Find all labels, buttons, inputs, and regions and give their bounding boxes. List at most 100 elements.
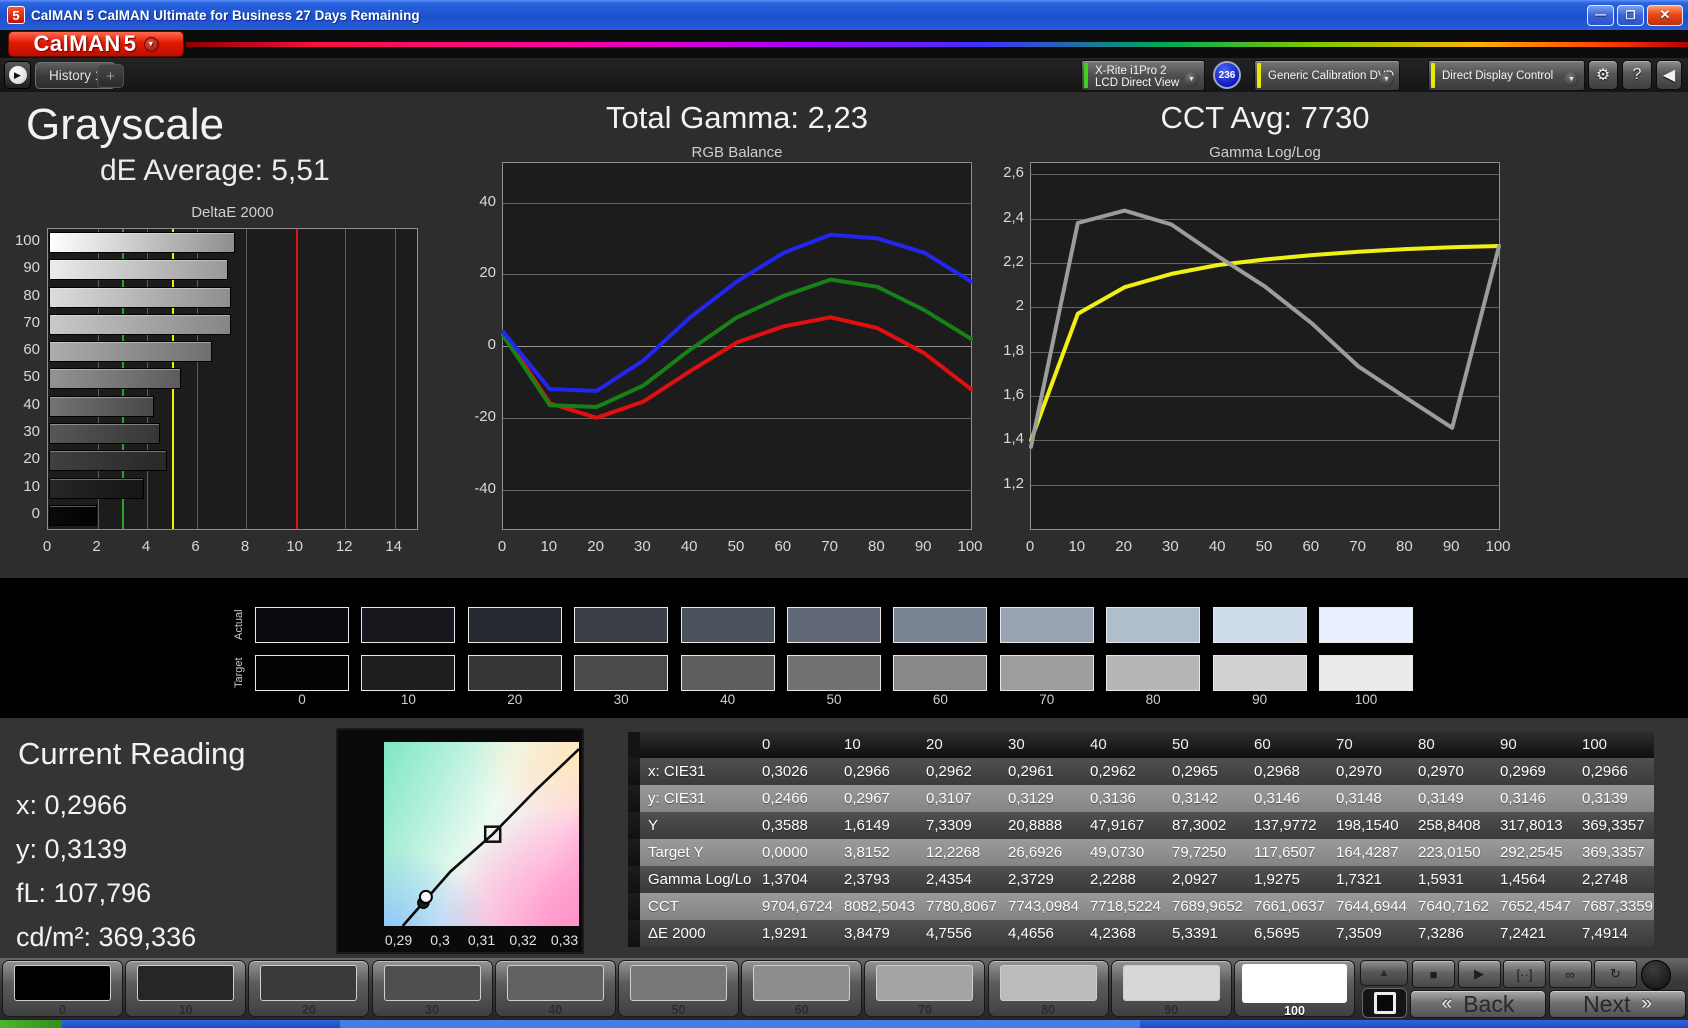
- table-cell: 47,9167: [1080, 812, 1162, 839]
- meter-reading-badge[interactable]: 236: [1213, 61, 1241, 89]
- table-gutter: [628, 920, 640, 947]
- row-label: y: CIE31: [640, 785, 752, 812]
- status-circle-button[interactable]: [1641, 960, 1671, 990]
- de-average-readout: dE Average: 5,51: [100, 154, 330, 187]
- pattern-level-button-30[interactable]: 30: [371, 960, 493, 1017]
- collapse-panel-button[interactable]: ◀: [1656, 60, 1682, 90]
- gamma-chart-title: Gamma Log/Log: [1209, 144, 1321, 161]
- cie-xtick: 0,31: [467, 932, 496, 948]
- help-button[interactable]: ?: [1622, 60, 1652, 90]
- add-tab-button[interactable]: +: [97, 64, 124, 88]
- pattern-window-button[interactable]: [··]: [1503, 960, 1546, 988]
- table-cell: 4,2368: [1080, 920, 1162, 947]
- pattern-level-button-70[interactable]: 70: [864, 960, 986, 1017]
- window-title: CalMAN 5 CalMAN Ultimate for Business 27…: [31, 7, 420, 23]
- table-cell: 7718,5224: [1080, 893, 1162, 920]
- close-button[interactable]: ✕: [1647, 4, 1683, 26]
- red-line: [501, 315, 973, 420]
- gamma_loglog-xtick-30: 30: [1162, 538, 1179, 555]
- table-cell: 0,3588: [752, 812, 834, 839]
- deltae-bar-0: [49, 504, 97, 526]
- table-cell: 2,3793: [834, 866, 916, 893]
- table-gutter: [628, 839, 640, 866]
- stop-icon: ■: [1429, 966, 1438, 982]
- pattern-level-button-10[interactable]: 10: [125, 960, 247, 1017]
- source-dropdown[interactable]: Generic Calibration DVD ▼: [1254, 60, 1400, 91]
- gamma_loglog-xtick-100: 100: [1485, 538, 1511, 555]
- pattern-level-button-0[interactable]: 0: [2, 960, 123, 1017]
- table-cell: 258,8408: [1408, 812, 1490, 839]
- page-title: Grayscale: [26, 100, 225, 149]
- next-button[interactable]: Next »: [1549, 990, 1686, 1018]
- table-cell: 4,7556: [916, 920, 998, 947]
- pattern-window-toggle[interactable]: [1362, 988, 1407, 1018]
- tab-scroll-button[interactable]: ▶: [4, 61, 31, 89]
- actual-swatch-100: [1319, 607, 1413, 643]
- refresh-button[interactable]: ↻: [1594, 960, 1637, 988]
- pattern-panel-up-button[interactable]: ▲: [1360, 960, 1408, 986]
- deltae-x-axis: 0 2 4 6 8 10 12 14: [43, 538, 418, 558]
- pattern-level-button-90[interactable]: 90: [1110, 960, 1232, 1017]
- pattern-level-button-60[interactable]: 60: [741, 960, 863, 1017]
- table-cell: 87,3002: [1162, 812, 1244, 839]
- pattern-level-button-50[interactable]: 50: [618, 960, 739, 1017]
- pattern-level-button-100[interactable]: 100: [1234, 960, 1355, 1018]
- table-cell: 1,3704: [752, 866, 834, 893]
- calman-logo-menu[interactable]: CalMAN 5 ▼: [8, 31, 184, 57]
- rgb-balance-chart: [501, 162, 973, 530]
- pattern-label-90: 90: [1164, 1003, 1179, 1017]
- pattern-label-50: 50: [671, 1003, 686, 1017]
- table-cell: 7780,8067: [916, 893, 998, 920]
- pattern-level-button-80[interactable]: 80: [987, 960, 1109, 1017]
- deltae-bar-70: [49, 313, 231, 335]
- table-cell: 0,2968: [1244, 758, 1326, 785]
- table-cell: 7,4914: [1572, 920, 1654, 947]
- pattern-label-10: 10: [178, 1003, 193, 1017]
- display-control-label: Direct Display Control: [1442, 70, 1554, 82]
- display-status-indicator: [1431, 63, 1435, 88]
- pattern-patch-70: [876, 965, 974, 1001]
- play-icon: ▶: [1474, 966, 1484, 981]
- table-cell: 164,4287: [1326, 839, 1408, 866]
- pattern-level-button-20[interactable]: 20: [248, 960, 370, 1017]
- deltae-gridline: [394, 229, 396, 529]
- deltae-ytick-100: 100: [14, 232, 40, 249]
- table-cell: 7661,0637: [1244, 893, 1326, 920]
- rgb_balance-xtick-30: 30: [634, 538, 651, 555]
- restore-button[interactable]: ❐: [1617, 4, 1644, 26]
- cie-xtick: 0,3: [430, 932, 450, 948]
- deltae-xtick-0: 0: [42, 538, 52, 555]
- pattern-level-button-40[interactable]: 40: [494, 960, 616, 1017]
- table-cell: 0,2970: [1326, 758, 1408, 785]
- table-cell: 1,4564: [1490, 866, 1572, 893]
- display-control-dropdown[interactable]: Direct Display Control ▼: [1428, 60, 1585, 91]
- table-cell: 0,3146: [1244, 785, 1326, 812]
- deltae-bar-10: [49, 477, 145, 499]
- play-button[interactable]: ▶: [1457, 960, 1501, 988]
- gamma_loglog-ytick: 2: [1015, 297, 1024, 315]
- stop-button[interactable]: ■: [1412, 960, 1455, 988]
- deltae-bar-80: [49, 286, 231, 308]
- minimize-button[interactable]: —: [1587, 4, 1614, 26]
- rgb_balance-xtick-60: 60: [774, 538, 792, 555]
- row-label: Gamma Log/Log: [640, 866, 760, 893]
- rgb-balance-chart-title: RGB Balance: [691, 144, 783, 161]
- window-pattern-icon: [1373, 992, 1396, 1014]
- continuous-button[interactable]: ∞: [1548, 960, 1592, 988]
- actual-swatch-20: [467, 607, 562, 643]
- target-row-label: Target: [233, 657, 245, 689]
- rgb_balance-xtick-0: 0: [497, 538, 507, 555]
- deltae-ytick-30: 30: [23, 422, 40, 440]
- back-button[interactable]: « Back: [1410, 990, 1546, 1018]
- start-button-fragment[interactable]: [0, 1020, 62, 1028]
- meter-dropdown[interactable]: X-Rite i1Pro 2 LCD Direct View ▼: [1081, 60, 1205, 91]
- readings-section: Current Reading x: 0,2966 y: 0,3139 fL: …: [0, 718, 1688, 958]
- gamma-y-axis: 2,6 2,4 2,2 2 1,8 1,6 1,4 1,2: [978, 162, 1024, 530]
- table-cell: 117,6507: [1244, 839, 1326, 866]
- taskbar-window-button[interactable]: [340, 1020, 1140, 1028]
- deltae-gridline: [246, 229, 248, 529]
- table-cell: 369,3357: [1572, 839, 1654, 866]
- settings-button[interactable]: ⚙: [1588, 60, 1618, 90]
- current-reading-title: Current Reading: [18, 736, 246, 771]
- gamma_loglog-xtick-40: 40: [1208, 538, 1226, 555]
